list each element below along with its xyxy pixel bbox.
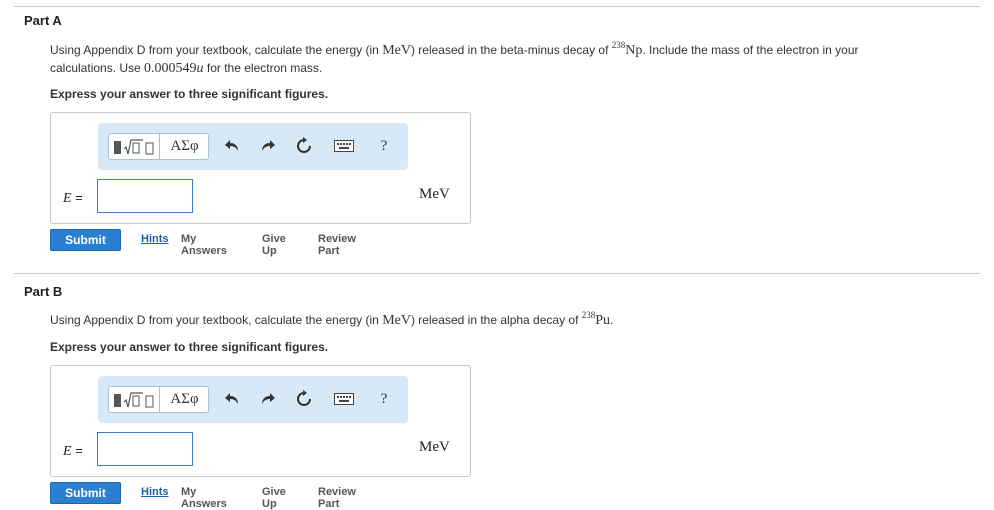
math-toolbar: ΑΣφ ? xyxy=(98,123,408,170)
give-up-link[interactable]: Give Up xyxy=(262,233,286,257)
part-b-question: Using Appendix D from your textbook, cal… xyxy=(50,310,614,328)
help-icon: ? xyxy=(380,137,388,154)
answer-variable-label: E = xyxy=(63,443,83,459)
part-b-answer-box: ΑΣφ ? E = MeV xyxy=(50,365,471,477)
reset-button[interactable] xyxy=(292,135,316,157)
undo-icon xyxy=(225,140,238,151)
part-a-title: Part A xyxy=(24,13,62,28)
answer-variable-label: E = xyxy=(63,190,83,206)
toolbar-button-group: ΑΣφ xyxy=(108,133,209,160)
help-button[interactable]: ? xyxy=(374,135,394,157)
redo-button[interactable] xyxy=(256,388,278,410)
top-divider xyxy=(14,6,980,7)
part-a-question: Using Appendix D from your textbook, cal… xyxy=(50,40,859,76)
part-b-title: Part B xyxy=(24,284,63,299)
give-up-link[interactable]: Give Up xyxy=(262,486,286,510)
part-a-answer-input[interactable] xyxy=(97,179,193,213)
reset-icon xyxy=(297,137,311,153)
submit-button[interactable]: Submit xyxy=(50,229,121,251)
my-answers-link[interactable]: My Answers xyxy=(181,486,227,510)
redo-icon xyxy=(262,140,275,151)
templates-icon xyxy=(114,391,154,407)
redo-button[interactable] xyxy=(256,135,278,157)
my-answers-link[interactable]: My Answers xyxy=(181,233,227,257)
toolbar-button-group: ΑΣφ xyxy=(108,386,209,413)
help-icon: ? xyxy=(380,390,388,407)
review-part-link[interactable]: Review Part xyxy=(318,486,356,510)
templates-button[interactable] xyxy=(109,134,160,159)
part-b-instruction: Express your answer to three significant… xyxy=(50,340,329,354)
keyboard-icon xyxy=(334,393,354,405)
greek-symbols-button[interactable]: ΑΣφ xyxy=(160,387,209,412)
answer-unit-label: MeV xyxy=(419,439,450,455)
templates-icon xyxy=(114,138,154,154)
part-divider xyxy=(14,273,980,274)
reset-icon xyxy=(297,390,311,406)
redo-icon xyxy=(262,393,275,404)
help-button[interactable]: ? xyxy=(374,388,394,410)
keyboard-icon xyxy=(334,140,354,152)
keyboard-button[interactable] xyxy=(332,388,356,410)
undo-button[interactable] xyxy=(222,388,244,410)
greek-symbols-icon: ΑΣφ xyxy=(170,391,199,407)
part-a-answer-box: ΑΣφ ? E = MeV xyxy=(50,112,471,224)
templates-button[interactable] xyxy=(109,387,160,412)
math-toolbar: ΑΣφ ? xyxy=(98,376,408,423)
greek-symbols-button[interactable]: ΑΣφ xyxy=(160,134,209,159)
submit-button[interactable]: Submit xyxy=(50,482,121,504)
keyboard-button[interactable] xyxy=(332,135,356,157)
undo-button[interactable] xyxy=(222,135,244,157)
answer-unit-label: MeV xyxy=(419,186,450,202)
review-part-link[interactable]: Review Part xyxy=(318,233,356,257)
hints-link[interactable]: Hints xyxy=(141,233,169,245)
undo-icon xyxy=(225,393,238,404)
reset-button[interactable] xyxy=(292,388,316,410)
part-b-answer-input[interactable] xyxy=(97,432,193,466)
hints-link[interactable]: Hints xyxy=(141,486,169,498)
greek-symbols-icon: ΑΣφ xyxy=(170,138,199,154)
part-a-instruction: Express your answer to three significant… xyxy=(50,87,329,101)
